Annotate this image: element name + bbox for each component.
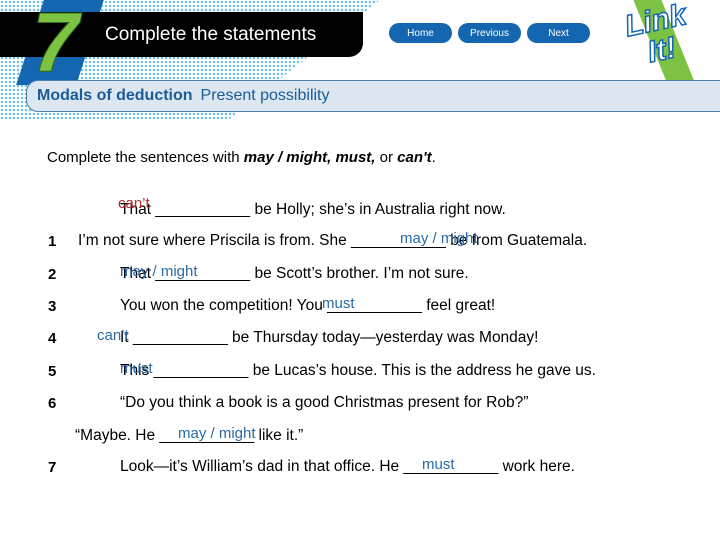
section-subtitle: Modals of deduction Present possibility [26, 80, 720, 112]
sentence-7: Look—it’s William’s dad in that office. … [120, 458, 575, 475]
answer-4: can’t [97, 327, 129, 344]
previous-button[interactable]: Previous [458, 23, 521, 43]
subtitle-normal: Present possibility [200, 87, 330, 104]
item-number: 3 [48, 298, 57, 315]
item-number: 7 [48, 459, 57, 476]
sentence-6: “Do you think a book is a good Christmas… [120, 394, 529, 411]
item-number: 2 [48, 266, 57, 283]
home-button[interactable]: Home [389, 23, 452, 43]
sentence-4: It ___________ be Thursday today—yesterd… [120, 329, 539, 346]
item-number: 6 [48, 395, 57, 412]
item-number: 4 [48, 330, 57, 347]
answer-5: must [120, 360, 153, 377]
example-sentence: That ___________ be Holly; she’s in Aust… [120, 201, 506, 218]
answer-3: must [322, 295, 355, 312]
sentence-5: This ___________ be Lucas’s house. This … [120, 362, 596, 379]
subtitle-bold: Modals of deduction [37, 87, 193, 104]
page-title: Complete the statements [105, 24, 317, 45]
answer-7: must [422, 456, 455, 473]
example-answer: can’t [118, 195, 150, 212]
sentence-3: You won the competition! You ___________… [120, 297, 496, 314]
sentence-1: I’m not sure where Priscila is from. She… [78, 232, 588, 249]
item-number: 1 [48, 233, 57, 250]
answer-6: may / might [178, 425, 256, 442]
instruction: Complete the sentences with may / might,… [47, 149, 436, 166]
item-number: 5 [48, 363, 57, 380]
answer-1: may / might [400, 230, 478, 247]
link-it-logo: Link It! [620, 0, 720, 82]
next-button[interactable]: Next [527, 23, 590, 43]
answer-2: may / might [120, 263, 198, 280]
unit-number: 7 [32, 0, 80, 90]
